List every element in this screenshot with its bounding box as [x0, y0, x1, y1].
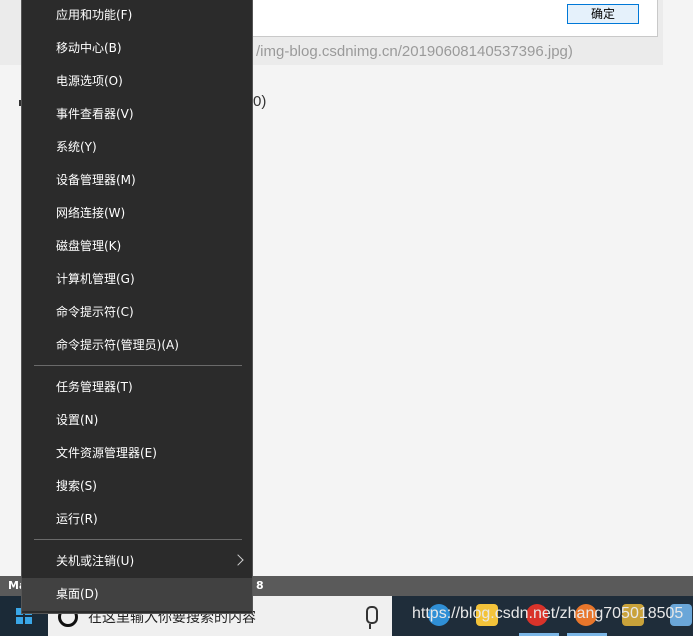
menu-separator [34, 539, 242, 540]
menu-item-apps-features[interactable]: 应用和功能(F) [22, 0, 252, 32]
background-paren-text: 0) [253, 93, 267, 110]
menu-separator [34, 365, 242, 366]
menu-item-shutdown-signout[interactable]: 关机或注销(U) [22, 545, 252, 578]
menu-item-run[interactable]: 运行(R) [22, 503, 252, 536]
status-right-text: 8 [256, 579, 264, 592]
menu-item-network-connections[interactable]: 网络连接(W) [22, 197, 252, 230]
menu-item-mobility-center[interactable]: 移动中心(B) [22, 32, 252, 65]
menu-item-desktop[interactable]: 桌面(D) [22, 578, 252, 611]
menu-item-device-manager[interactable]: 设备管理器(M) [22, 164, 252, 197]
background-url-text: /img-blog.csdnimg.cn/20190608140537396.j… [256, 43, 573, 60]
winx-context-menu: 应用和功能(F) 移动中心(B) 电源选项(O) 事件查看器(V) 系统(Y) … [21, 0, 253, 614]
microphone-icon[interactable] [366, 606, 378, 629]
watermark-url: https://blog.csdn.net/zhang705018505 [412, 605, 684, 622]
menu-item-disk-management[interactable]: 磁盘管理(K) [22, 230, 252, 263]
menu-item-task-manager[interactable]: 任务管理器(T) [22, 371, 252, 404]
menu-item-event-viewer[interactable]: 事件查看器(V) [22, 98, 252, 131]
ok-button[interactable]: 确定 [567, 4, 639, 24]
menu-item-computer-management[interactable]: 计算机管理(G) [22, 263, 252, 296]
menu-item-file-explorer[interactable]: 文件资源管理器(E) [22, 437, 252, 470]
menu-item-power-options[interactable]: 电源选项(O) [22, 65, 252, 98]
menu-item-settings[interactable]: 设置(N) [22, 404, 252, 437]
menu-item-command-prompt-admin[interactable]: 命令提示符(管理员)(A) [22, 329, 252, 362]
menu-item-system[interactable]: 系统(Y) [22, 131, 252, 164]
chevron-right-icon [232, 554, 244, 566]
menu-item-label: 关机或注销(U) [56, 554, 135, 568]
menu-item-search[interactable]: 搜索(S) [22, 470, 252, 503]
menu-item-command-prompt[interactable]: 命令提示符(C) [22, 296, 252, 329]
